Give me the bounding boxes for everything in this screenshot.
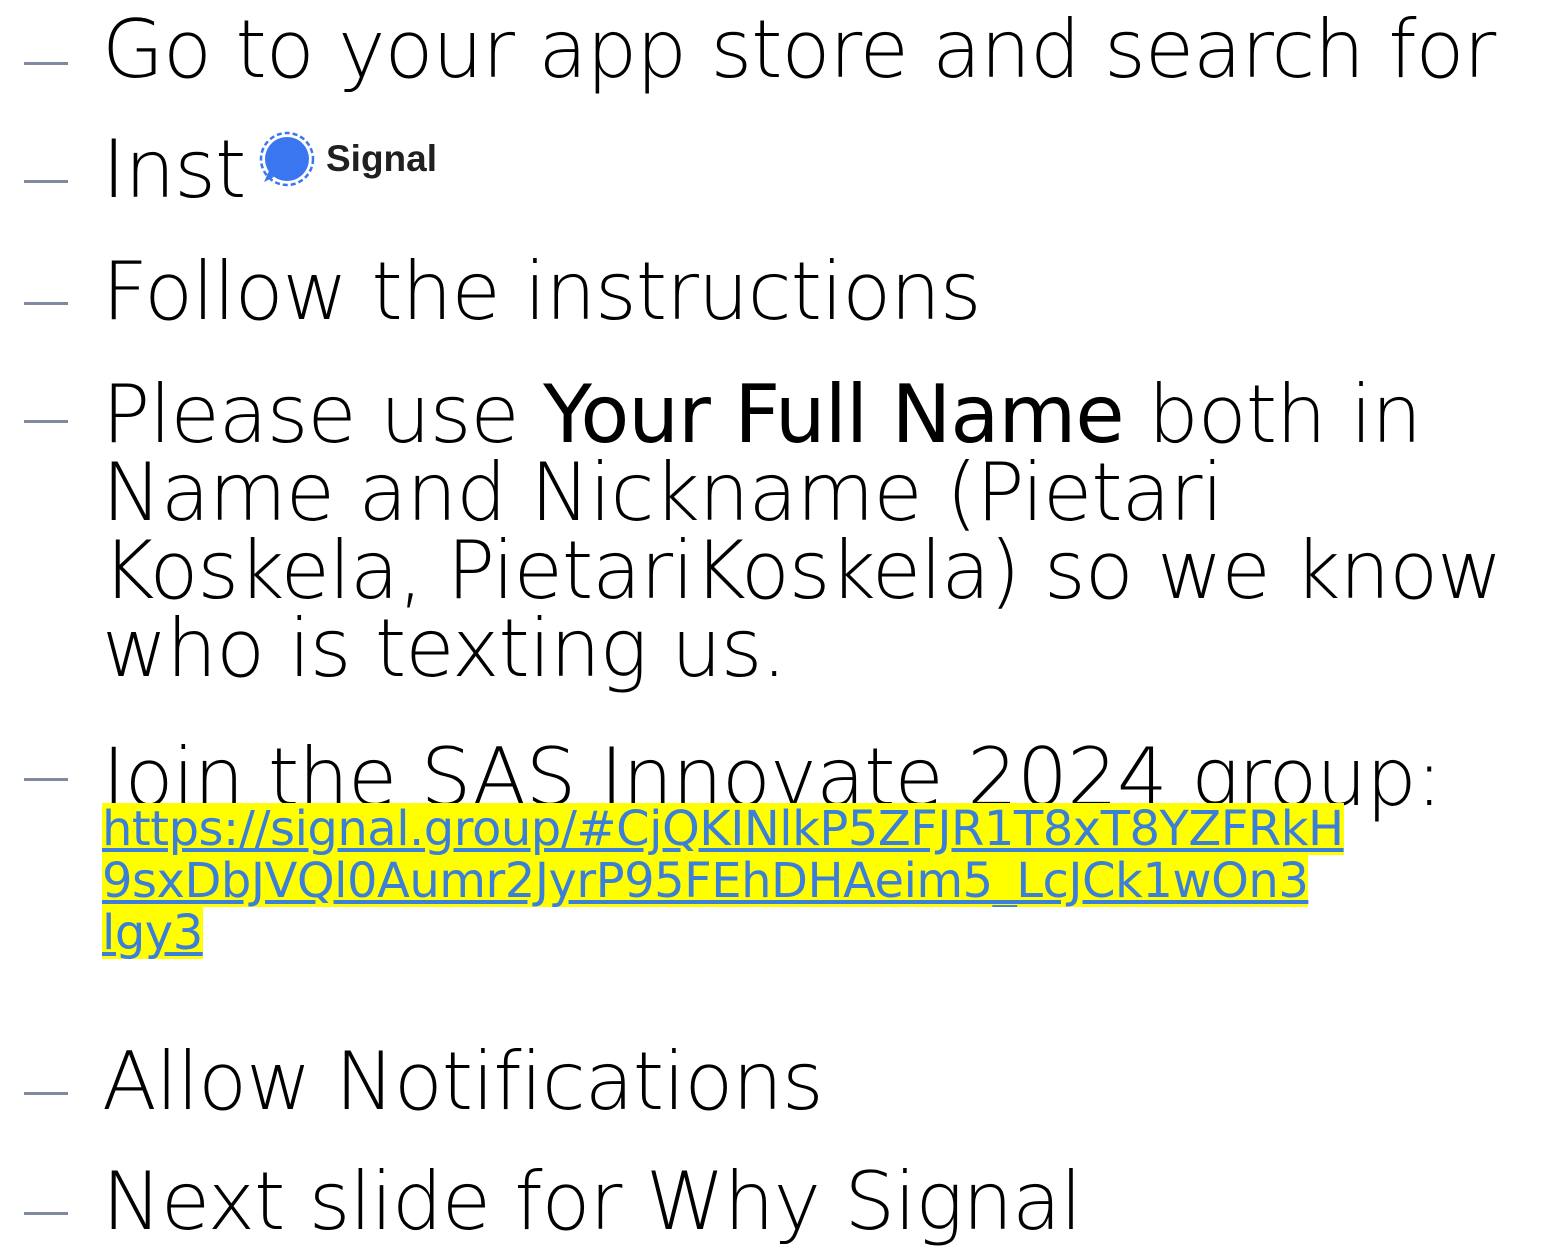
- bullet-text: Go to your app store and search for: [102, 3, 1496, 96]
- group-link[interactable]: https://signal.group/#CjQKINlkP5ZFJR1T8x…: [102, 803, 1556, 959]
- signal-icon: [259, 131, 315, 187]
- bullet-dash: [24, 62, 68, 65]
- bullet-text: Next slide for Why Signal: [102, 1155, 1082, 1248]
- group-link-line-1[interactable]: https://signal.group/#CjQKINlkP5ZFJR1T8x…: [102, 803, 1556, 855]
- bullet-text: Allow Notifications: [102, 1035, 824, 1128]
- bullet-dash: [24, 420, 68, 423]
- bullet-dash: [24, 1092, 68, 1095]
- bullet-dash: [24, 180, 68, 183]
- bullet-text: Follow the instructions: [102, 245, 982, 338]
- bullet-dash: [24, 1212, 68, 1215]
- group-link-line-2[interactable]: 9sxDbJVQl0Aumr2JyrP95FEhDHAeim5_LcJCk1wO…: [102, 855, 1556, 907]
- group-link-line-3[interactable]: lgy3: [102, 907, 1556, 959]
- bullet-dash: [24, 302, 68, 305]
- bullet-dash: [24, 778, 68, 781]
- bullet-text: Please use Your Full Name both in Name a…: [102, 375, 1532, 689]
- signal-logo: Signal: [258, 130, 437, 188]
- signal-wordmark: Signal: [326, 138, 438, 179]
